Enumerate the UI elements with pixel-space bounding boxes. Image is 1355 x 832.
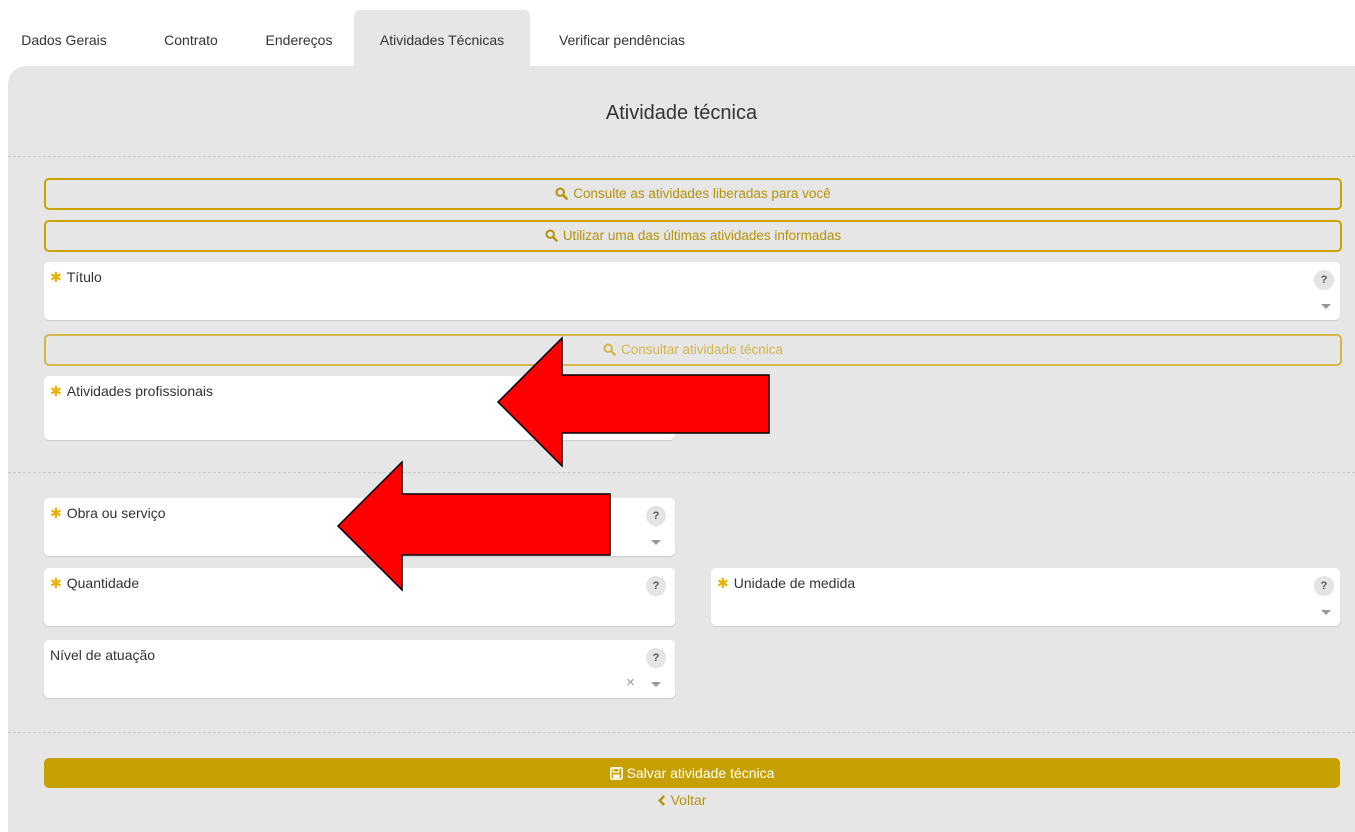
unidade-medida-label: ✱ Unidade de medida <box>717 575 855 592</box>
obra-servico-label-text: Obra ou serviço <box>66 505 166 521</box>
caret-down-icon[interactable] <box>1321 304 1331 309</box>
help-icon[interactable]: ? <box>646 506 666 526</box>
titulo-select[interactable]: ✱ Título ? <box>44 262 1340 320</box>
required-icon: ✱ <box>50 383 62 399</box>
quantidade-label-text: Quantidade <box>66 575 140 591</box>
tab-enderecos[interactable]: Endereços <box>254 10 344 68</box>
obra-servico-label: ✱ Obra ou serviço <box>50 505 166 522</box>
save-technical-activity-label: Salvar atividade técnica <box>626 765 775 781</box>
save-technical-activity-button[interactable]: Salvar atividade técnica <box>44 758 1340 788</box>
caret-down-icon[interactable] <box>651 682 661 687</box>
divider <box>8 156 1355 157</box>
search-icon <box>555 187 569 200</box>
tab-atividades-tecnicas[interactable]: Atividades Técnicas <box>354 10 530 68</box>
caret-down-icon[interactable] <box>651 540 661 545</box>
help-icon[interactable]: ? <box>646 648 666 668</box>
clear-icon[interactable]: × <box>626 674 635 691</box>
caret-down-icon[interactable] <box>1321 610 1331 615</box>
nivel-atuacao-select[interactable]: Nível de atuação ? × <box>44 640 675 698</box>
required-icon: ✱ <box>50 575 62 591</box>
help-icon[interactable]: ? <box>1314 576 1334 596</box>
titulo-label: ✱ Título <box>50 269 102 286</box>
save-icon <box>609 767 623 780</box>
titulo-label-text: Título <box>66 269 102 285</box>
tab-contrato[interactable]: Contrato <box>150 10 232 68</box>
help-icon[interactable]: ? <box>646 576 666 596</box>
tab-dados-gerais[interactable]: Dados Gerais <box>14 10 114 68</box>
quantidade-label: ✱ Quantidade <box>50 575 139 592</box>
annotation-arrow-upper <box>496 336 770 468</box>
use-last-activities-label: Utilizar uma das últimas atividades info… <box>562 228 842 243</box>
required-icon: ✱ <box>717 575 729 591</box>
unidade-medida-label-text: Unidade de medida <box>733 575 856 591</box>
tab-bar: Dados Gerais Contrato Endereços Atividad… <box>0 0 1355 68</box>
atividades-profissionais-label: ✱ Atividades profissionais <box>50 383 213 400</box>
nivel-atuacao-label: Nível de atuação <box>50 647 156 663</box>
required-icon: ✱ <box>50 505 62 521</box>
back-link[interactable]: Voltar <box>8 792 1355 808</box>
back-label: Voltar <box>670 792 707 808</box>
unidade-medida-select[interactable]: ✱ Unidade de medida ? <box>711 568 1340 626</box>
atividades-profissionais-label-text: Atividades profissionais <box>66 383 214 399</box>
tab-verificar-pendencias[interactable]: Verificar pendências <box>542 10 702 68</box>
help-icon[interactable]: ? <box>1314 270 1334 290</box>
required-icon: ✱ <box>50 269 62 285</box>
panel-title: Atividade técnica <box>605 102 758 124</box>
consult-released-activities-button[interactable]: Consulte as atividades liberadas para vo… <box>44 178 1342 210</box>
chevron-left-icon <box>657 795 665 806</box>
divider <box>8 732 1355 733</box>
divider <box>8 472 1355 473</box>
use-last-activities-button[interactable]: Utilizar uma das últimas atividades info… <box>44 220 1342 252</box>
annotation-arrow-lower <box>336 460 611 592</box>
search-icon <box>545 229 558 242</box>
consult-released-activities-label: Consulte as atividades liberadas para vo… <box>573 186 831 201</box>
